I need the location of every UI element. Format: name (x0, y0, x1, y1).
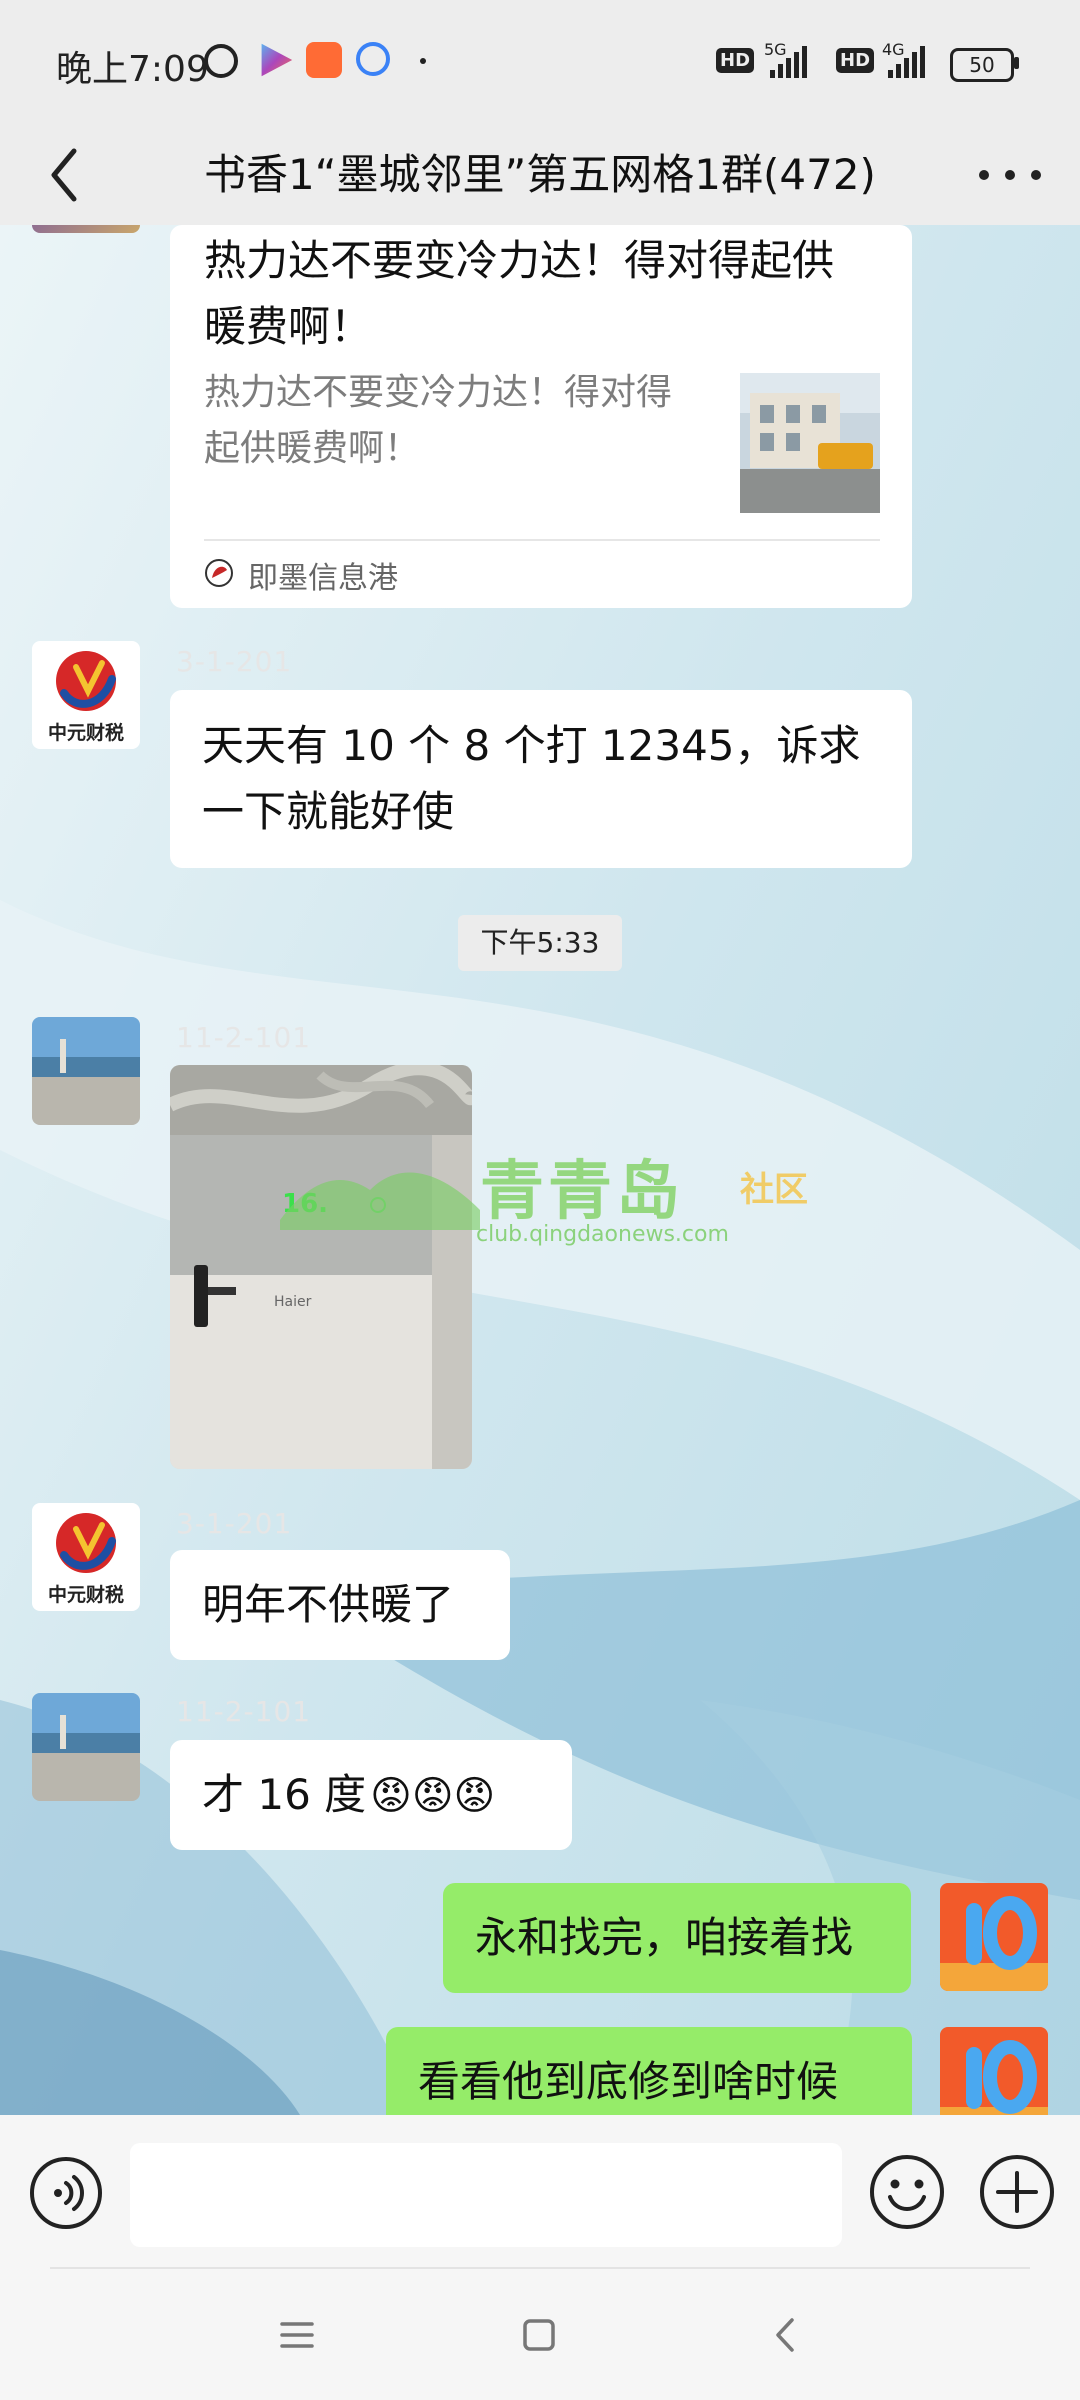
zhongyuan-logo-icon: 中元财税 (48, 651, 124, 744)
divider (204, 539, 880, 541)
message-bubble[interactable]: 才 16 度 😡😡😡 (170, 1740, 572, 1850)
back-button[interactable] (30, 137, 106, 213)
sender-name: 3-1-201 (176, 645, 293, 678)
ten-balloon-avatar (940, 2027, 1048, 2115)
menu-icon (280, 2322, 314, 2348)
voice-button[interactable] (28, 2155, 104, 2231)
watermark: 青青岛 社区 club.qingdaonews.com (270, 1140, 830, 1260)
plus-icon (980, 2155, 1054, 2229)
battery-tip (1014, 57, 1019, 69)
emoji-button[interactable] (868, 2153, 946, 2231)
chevron-left-icon (51, 148, 77, 202)
timestamp: 下午5:33 (458, 915, 622, 971)
message-text: 才 16 度 (202, 1770, 367, 1819)
back-icon (776, 2318, 794, 2352)
more-dots-icon (979, 170, 1041, 180)
zhongyuan-logo-icon: 中元财税 (48, 1513, 124, 1606)
plus-button[interactable] (978, 2153, 1056, 2231)
avatar[interactable] (32, 225, 140, 233)
card-thumbnail (740, 373, 880, 513)
sender-name: 3-1-201 (176, 1507, 293, 1540)
divider (50, 2267, 1030, 2269)
emoji-icon (870, 2155, 944, 2229)
watermark-tag: 社区 (740, 1170, 808, 1210)
hd-badge: HD (716, 48, 755, 73)
more-notifications-icon (420, 58, 426, 64)
sender-name: 11-2-101 (176, 1695, 312, 1728)
source-logo-icon (205, 559, 233, 587)
message-bubble[interactable]: 明年不供暖了 (170, 1550, 510, 1660)
avatar[interactable]: 中元财税 (32, 1503, 140, 1611)
card-description: 热力达不要变冷力达！得对得起供暖费啊！ (204, 372, 673, 469)
battery-icon: 50 (950, 48, 1014, 82)
page-title: 书香1“墨城邻里”第五网格1群(472) (204, 150, 876, 199)
svg-text:中元财税: 中元财税 (48, 721, 124, 744)
svg-text:中元财税: 中元财税 (48, 1583, 124, 1606)
chat-app-icon (356, 42, 390, 76)
watermark-name: 青青岛 (480, 1155, 684, 1229)
angry-emoji: 😡😡😡 (370, 1773, 496, 1819)
card-source: 即墨信息港 (248, 561, 398, 596)
alarm-icon (204, 44, 238, 78)
more-button[interactable] (970, 155, 1050, 195)
home-button[interactable] (514, 2310, 564, 2360)
my-avatar[interactable] (940, 1883, 1048, 1991)
link-card[interactable]: 热力达不要变冷力达！得对得起供暖费啊！ 热力达不要变冷力达！得对得起供暖费啊！ … (170, 225, 912, 608)
seaside-photo-avatar (32, 1017, 140, 1125)
ten-balloon-avatar (940, 1883, 1048, 1991)
home-icon (523, 2319, 555, 2351)
signal-icon (888, 46, 925, 78)
chat-header: 书香1“墨城邻里”第五网格1群(472) (0, 125, 1080, 225)
photo-message[interactable]: 16. Haier (170, 1065, 472, 1469)
seaside-photo-avatar (32, 1693, 140, 1801)
input-bar (0, 2115, 1080, 2270)
status-time: 晚上7:09 (56, 49, 209, 90)
avatar[interactable] (32, 1693, 140, 1801)
mountain-logo-icon (280, 1172, 480, 1230)
my-avatar[interactable] (940, 2027, 1048, 2115)
sender-name: 11-2-101 (176, 1021, 312, 1054)
menu-button[interactable] (272, 2310, 322, 2360)
mi-app-icon (306, 42, 342, 78)
system-nav-bar (0, 2270, 1080, 2400)
card-title: 热力达不要变冷力达！得对得起供暖费啊！ (204, 236, 835, 351)
message-bubble[interactable]: 看看他到底修到啥时候 (386, 2027, 912, 2115)
video-app-icon (261, 43, 293, 77)
watermark-url: club.qingdaonews.com (476, 1222, 729, 1247)
message-input[interactable] (130, 2143, 842, 2247)
system-back-button[interactable] (762, 2310, 812, 2360)
message-bubble[interactable]: 永和找完，咱接着找 (443, 1883, 911, 1993)
avatar[interactable] (32, 1017, 140, 1125)
status-bar: 晚上7:09 HD 5G HD 4G 50 (0, 0, 1080, 125)
voice-icon (30, 2157, 102, 2229)
hd-badge: HD (836, 48, 875, 73)
avatar[interactable]: 中元财税 (32, 641, 140, 749)
signal-icon (770, 46, 807, 78)
brand-label: Haier (274, 1294, 312, 1310)
message-bubble[interactable]: 天天有 10 个 8 个打 12345，诉求一下就能好使 (170, 690, 912, 868)
